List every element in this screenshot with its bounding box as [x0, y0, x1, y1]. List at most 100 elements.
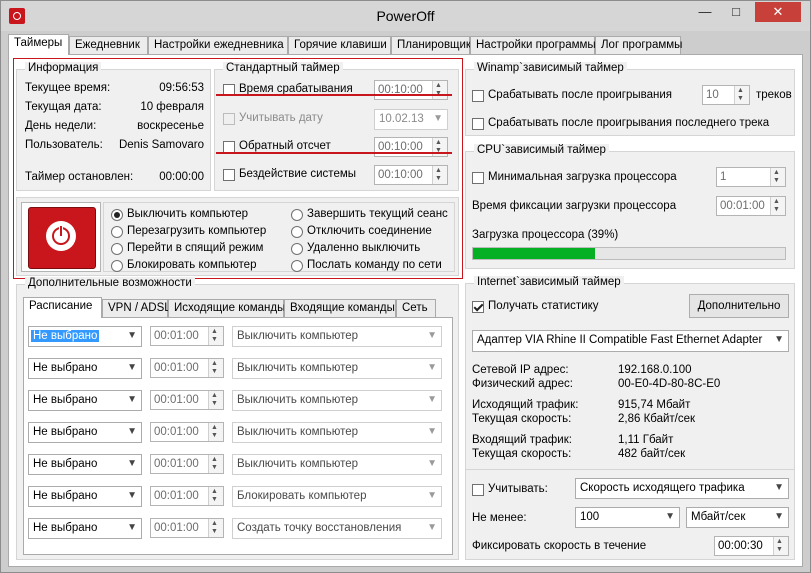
minimize-button[interactable]: —	[691, 2, 719, 22]
schedule-action-value: Блокировать компьютер	[237, 490, 367, 502]
min-load-checkbox[interactable]	[472, 172, 484, 184]
last-track-checkbox[interactable]	[472, 118, 484, 130]
maximize-button[interactable]: □	[722, 2, 750, 22]
fix-time-input[interactable]: 00:01:00 ▲ ▼	[716, 196, 786, 216]
spin-arrows-icon[interactable]: ▲▼	[208, 455, 223, 473]
spin-arrows-icon[interactable]: ▲▼	[208, 519, 223, 537]
min-load-value: 1	[720, 171, 727, 183]
window-title: PowerOff	[376, 8, 435, 24]
schedule-action-select[interactable]: Выключить компьютер ▼	[232, 454, 442, 475]
tab-hotkeys[interactable]: Горячие клавиши	[288, 36, 391, 54]
incoming-label: Входящий трафик:	[472, 434, 572, 446]
tracks-label: треков	[756, 89, 792, 101]
spin-arrows-icon[interactable]: ▲▼	[208, 423, 223, 441]
schedule-action-select[interactable]: Создать точку восстановления ▼	[232, 518, 442, 539]
schedule-row: Не выбрано ▼ 00:01:00 ▲ ▼ Блокировать компьют…	[24, 486, 452, 508]
fix-speed-label: Фиксировать скорость в течение	[472, 540, 647, 552]
fix-speed-input[interactable]: 00:00:30 ▲ ▼	[714, 536, 789, 556]
cpu-timer-title: CPU`зависимый таймер	[474, 144, 609, 156]
tab-schedule[interactable]: Расписание	[23, 297, 102, 318]
winamp-timer-group: Winamp`зависимый таймер Срабатывать посл…	[465, 62, 795, 136]
tab-timers[interactable]: Таймеры	[8, 34, 69, 55]
tab-program-settings[interactable]: Настройки программы	[470, 36, 596, 54]
internet-timer-group: Internet`зависимый таймер Получать стати…	[465, 276, 795, 560]
tab-program-log[interactable]: Лог программы	[595, 36, 682, 54]
min-speed-select[interactable]: 100 ▼	[575, 507, 680, 528]
account-select[interactable]: Скорость исходящего трафика ▼	[575, 478, 789, 499]
cpu-timer-group: CPU`зависимый таймер Минимальная загрузк…	[465, 144, 795, 269]
schedule-time-value: 00:01:00	[154, 490, 199, 502]
incoming-value: 1,11 Гбайт	[618, 434, 674, 446]
schedule-row: Не выбрано ▼ 00:01:00 ▲ ▼ Выключить компьютер…	[24, 358, 452, 380]
chevron-down-icon: ▼	[427, 394, 437, 405]
more-button[interactable]: Дополнительно	[689, 294, 789, 318]
schedule-time-input[interactable]: 00:01:00 ▲ ▼	[150, 518, 224, 538]
chevron-down-icon: ▼	[427, 362, 437, 373]
min-load-label: Минимальная загрузка процессора	[488, 171, 677, 183]
schedule-time-value: 00:01:00	[154, 394, 199, 406]
tab-network[interactable]: Сеть	[396, 299, 436, 317]
outgoing-speed-value: 2,86 Кбайт/сек	[618, 413, 696, 425]
close-button[interactable]: ✕	[755, 2, 801, 22]
schedule-time-input[interactable]: 00:01:00 ▲ ▼	[150, 390, 224, 410]
schedule-action-select[interactable]: Блокировать компьютер ▼	[232, 486, 442, 507]
adapter-select[interactable]: Адаптер VIA Rhine II Compatible Fast Eth…	[472, 330, 789, 352]
tab-planner[interactable]: Ежедневник	[69, 36, 148, 54]
schedule-type-select[interactable]: Не выбрано ▼	[28, 390, 142, 411]
schedule-type-select[interactable]: Не выбрано ▼	[28, 454, 142, 475]
chevron-down-icon: ▼	[774, 334, 784, 345]
spin-arrows-icon[interactable]: ▲▼	[770, 197, 785, 215]
stats-checkbox[interactable]	[472, 301, 484, 313]
spin-arrows-icon[interactable]: ▲▼	[208, 487, 223, 505]
spin-arrows-icon[interactable]: ▲▼	[773, 537, 788, 555]
spin-arrows-icon[interactable]: ▲▼	[208, 359, 223, 377]
extra-features-group: Дополнительные возможности Расписание VP…	[16, 277, 459, 560]
fix-time-label: Время фиксации загрузки процессора	[472, 200, 677, 212]
schedule-type-select[interactable]: Не выбрано ▼	[28, 486, 142, 507]
schedule-type-select[interactable]: Не выбрано ▼	[28, 326, 142, 347]
tab-planner-settings[interactable]: Настройки ежедневника	[148, 36, 288, 54]
tracks-input[interactable]: 10 ▲ ▼	[702, 85, 750, 105]
min-speed-value: 100	[580, 511, 600, 523]
tab-outgoing-commands[interactable]: Исходящие команды	[168, 299, 285, 317]
schedule-time-input[interactable]: 00:01:00 ▲ ▼	[150, 454, 224, 474]
spin-arrows-icon[interactable]: ▲▼	[208, 391, 223, 409]
schedule-time-input[interactable]: 00:01:00 ▲ ▼	[150, 358, 224, 378]
spin-arrows-icon[interactable]: ▲▼	[208, 327, 223, 345]
chevron-down-icon: ▼	[427, 458, 437, 469]
schedule-type-select[interactable]: Не выбрано ▼	[28, 422, 142, 443]
chevron-down-icon: ▼	[127, 394, 137, 405]
chevron-down-icon: ▼	[774, 511, 784, 522]
schedule-type-value: Не выбрано	[33, 490, 98, 502]
schedule-row: Не выбрано ▼ 00:01:00 ▲ ▼ Создать точку восст…	[24, 518, 452, 540]
mac-value: 00-E0-4D-80-8C-E0	[618, 378, 721, 390]
schedule-time-value: 00:01:00	[154, 522, 199, 534]
schedule-time-value: 00:01:00	[154, 458, 199, 470]
schedule-action-select[interactable]: Выключить компьютер ▼	[232, 358, 442, 379]
spin-arrows-icon[interactable]: ▲▼	[770, 168, 785, 186]
schedule-time-input[interactable]: 00:01:00 ▲ ▼	[150, 326, 224, 346]
unit-select[interactable]: Мбайт/сек ▼	[686, 507, 789, 528]
after-play-checkbox[interactable]	[472, 90, 484, 102]
tab-vpn[interactable]: VPN / ADSL	[102, 299, 171, 317]
incoming-speed-value: 482 байт/сек	[618, 448, 686, 460]
tab-incoming-commands[interactable]: Входящие команды	[284, 299, 396, 317]
tab-scheduler[interactable]: Планировщик	[391, 36, 471, 54]
schedule-action-select[interactable]: Выключить компьютер ▼	[232, 390, 442, 411]
spin-arrows-icon[interactable]: ▲▼	[734, 86, 749, 104]
chevron-down-icon: ▼	[127, 490, 137, 501]
schedule-action-select[interactable]: Выключить компьютер ▼	[232, 422, 442, 443]
schedule-type-select[interactable]: Не выбрано ▼	[28, 518, 142, 539]
schedule-time-input[interactable]: 00:01:00 ▲ ▼	[150, 422, 224, 442]
schedule-action-select[interactable]: Выключить компьютер ▼	[232, 326, 442, 347]
timers-panel: Информация Текущее время: 09:56:53 Текущ…	[8, 54, 803, 567]
min-load-input[interactable]: 1 ▲ ▼	[716, 167, 786, 187]
account-checkbox[interactable]	[472, 484, 484, 496]
schedule-type-select[interactable]: Не выбрано ▼	[28, 358, 142, 379]
app-window: PowerOff — □ ✕ Таймеры Ежедневник Настро…	[0, 0, 811, 573]
schedule-panel: Не выбрано ▼ 00:01:00 ▲ ▼ Выключить компьютер…	[23, 317, 453, 555]
schedule-time-input[interactable]: 00:01:00 ▲ ▼	[150, 486, 224, 506]
schedule-type-value: Не выбрано	[33, 522, 98, 534]
min-speed-label: Не менее:	[472, 512, 527, 524]
schedule-type-value: Не выбрано	[33, 426, 98, 438]
